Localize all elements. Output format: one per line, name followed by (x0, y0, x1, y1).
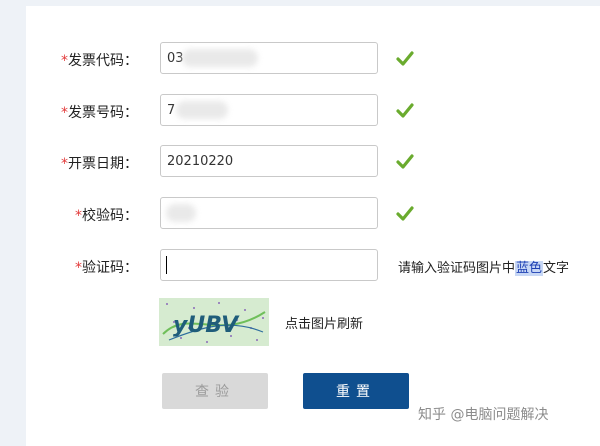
row-check-code: *校验码： (0, 197, 600, 231)
captcha-hint: 请输入验证码图片中蓝色文字 (398, 261, 570, 276)
issue-date-input[interactable] (160, 145, 378, 177)
invoice-number-label: *发票号码： (61, 105, 138, 121)
captcha-input[interactable] (160, 249, 378, 281)
row-invoice-code: *发票代码： (0, 42, 600, 76)
row-issue-date: *开票日期： (0, 145, 600, 179)
captcha-label: *验证码： (75, 260, 138, 276)
check-code-label: *校验码： (75, 208, 138, 224)
text-caret (166, 256, 167, 274)
captcha-image[interactable]: yUBV (159, 298, 269, 346)
valid-check-icon (396, 103, 414, 118)
refresh-captcha-link[interactable]: 点击图片刷新 (285, 313, 363, 332)
watermark: 知乎 @电脑问题解决 (418, 407, 549, 423)
row-invoice-number: *发票号码： (0, 94, 600, 128)
invoice-code-label: *发票代码： (61, 53, 138, 69)
check-button[interactable]: 查验 (162, 373, 268, 409)
captcha-text: yUBV (173, 313, 240, 338)
redaction-blur (182, 49, 258, 67)
issue-date-label: *开票日期： (61, 156, 138, 172)
valid-check-icon (396, 154, 414, 169)
valid-check-icon (396, 206, 414, 221)
row-captcha: *验证码： 请输入验证码图片中蓝色文字 (0, 249, 600, 283)
redaction-blur (176, 101, 228, 119)
redaction-blur (166, 204, 196, 222)
captcha-noise: yUBV (159, 298, 269, 346)
valid-check-icon (396, 51, 414, 66)
reset-button[interactable]: 重置 (303, 373, 409, 409)
